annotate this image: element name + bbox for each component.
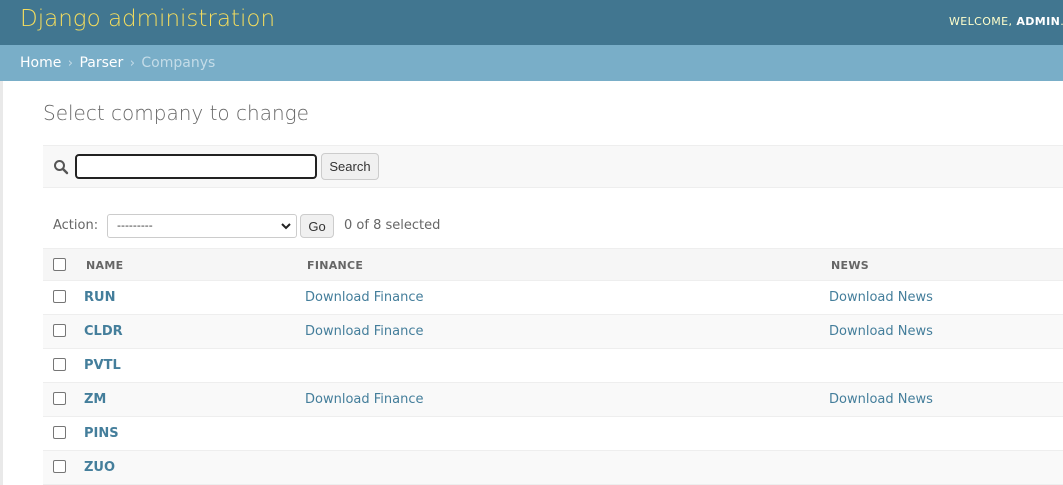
breadcrumb-current: Companys: [141, 55, 216, 71]
row-checkbox[interactable]: [53, 324, 66, 337]
page-title: Select company to change: [43, 101, 309, 125]
column-header-finance[interactable]: FINANCE: [307, 259, 363, 272]
row-checkbox[interactable]: [53, 290, 66, 303]
breadcrumb-separator: ›: [129, 56, 135, 71]
download-news-link[interactable]: Download News: [829, 290, 933, 305]
action-select-value: ---------: [117, 219, 153, 232]
table-row: RUN Download Finance Download News: [43, 281, 1063, 315]
download-news-link[interactable]: Download News: [829, 392, 933, 407]
download-finance-link[interactable]: Download Finance: [305, 392, 424, 407]
search-icon: [53, 159, 69, 175]
results-table: NAME FINANCE NEWS RUN Download Finance D…: [43, 248, 1063, 485]
company-name-link[interactable]: CLDR: [84, 324, 123, 339]
breadcrumb: Home › Parser › Companys: [0, 45, 1063, 81]
table-row: ZUO: [43, 451, 1063, 485]
company-name-link[interactable]: ZUO: [84, 460, 115, 475]
table-header: NAME FINANCE NEWS: [43, 248, 1063, 281]
company-name-link[interactable]: ZM: [84, 392, 106, 407]
search-toolbar: Search: [43, 145, 1063, 188]
company-name-link[interactable]: PINS: [84, 426, 119, 441]
breadcrumb-home[interactable]: Home: [20, 55, 61, 71]
company-name-link[interactable]: PVTL: [84, 358, 121, 373]
breadcrumb-app[interactable]: Parser: [79, 55, 123, 71]
download-news-link[interactable]: Download News: [829, 324, 933, 339]
search-input[interactable]: [75, 154, 317, 179]
username: ADMIN: [1016, 15, 1061, 28]
action-counter: 0 of 8 selected: [344, 218, 441, 233]
row-checkbox[interactable]: [53, 358, 66, 371]
table-row: ZM Download Finance Download News: [43, 383, 1063, 417]
column-header-news[interactable]: NEWS: [831, 259, 869, 272]
table-row: PINS: [43, 417, 1063, 451]
company-name-link[interactable]: RUN: [84, 290, 115, 305]
column-header-name[interactable]: NAME: [86, 259, 123, 272]
action-label: Action:: [53, 218, 99, 233]
welcome-text: WELCOME,: [949, 15, 1017, 28]
row-checkbox[interactable]: [53, 392, 66, 405]
site-header: Django administration WELCOME, ADMIN. V: [0, 0, 1063, 45]
row-checkbox[interactable]: [53, 426, 66, 439]
breadcrumb-separator: ›: [67, 56, 73, 71]
download-finance-link[interactable]: Download Finance: [305, 324, 424, 339]
select-all-checkbox[interactable]: [53, 258, 66, 271]
table-row: PVTL: [43, 349, 1063, 383]
content-left-border: [0, 81, 3, 485]
chevron-down-icon: [280, 220, 292, 232]
table-row: CLDR Download Finance Download News: [43, 315, 1063, 349]
site-branding[interactable]: Django administration: [20, 6, 275, 32]
download-finance-link[interactable]: Download Finance: [305, 290, 424, 305]
user-tools: WELCOME, ADMIN. V: [949, 15, 1063, 28]
row-checkbox[interactable]: [53, 460, 66, 473]
action-select[interactable]: ---------: [107, 214, 297, 238]
search-button[interactable]: Search: [321, 153, 379, 180]
go-button[interactable]: Go: [300, 214, 334, 238]
